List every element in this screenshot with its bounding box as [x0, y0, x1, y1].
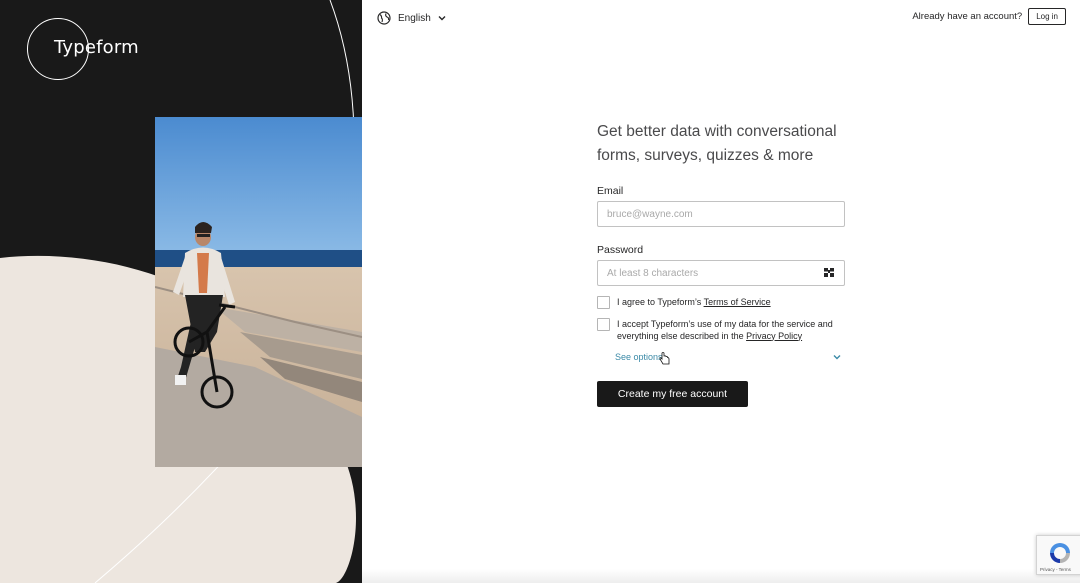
terms-checkbox[interactable]: [597, 296, 610, 309]
email-field[interactable]: [597, 201, 845, 227]
account-prompt-area: Already have an account? Log in: [912, 8, 1066, 25]
email-label: Email: [597, 185, 624, 197]
show-password-icon[interactable]: [824, 268, 834, 277]
privacy-text-wrap: I accept Typeform’s use of my data for t…: [617, 319, 845, 342]
create-account-button[interactable]: Create my free account: [597, 381, 748, 407]
terms-text: I agree to Typeform’s: [617, 297, 704, 307]
login-button[interactable]: Log in: [1028, 8, 1066, 25]
password-label: Password: [597, 244, 644, 256]
hero-panel: [0, 0, 362, 583]
language-label: English: [398, 12, 431, 24]
terms-link[interactable]: Terms of Service: [704, 297, 771, 307]
terms-consent-row: I agree to Typeform’s Terms of Service: [597, 296, 845, 309]
hand-cursor-icon: [659, 352, 670, 365]
account-prompt-text: Already have an account?: [912, 11, 1023, 22]
language-selector[interactable]: English: [377, 9, 446, 27]
recaptcha-badge[interactable]: Privacy - Terms: [1036, 535, 1080, 575]
see-options-toggle[interactable]: See options: [615, 352, 841, 362]
password-field-wrap: [597, 260, 845, 286]
privacy-link[interactable]: Privacy Policy: [746, 331, 802, 341]
privacy-consent-row: I accept Typeform’s use of my data for t…: [597, 318, 845, 342]
recaptcha-icon: [1050, 543, 1070, 563]
bottom-shadow: [362, 569, 1080, 583]
terms-text-wrap: I agree to Typeform’s Terms of Service: [617, 297, 771, 309]
globe-icon: [377, 11, 391, 25]
see-options-label: See options: [615, 352, 663, 362]
hero-photo: [155, 117, 362, 467]
chevron-down-icon: [438, 16, 446, 21]
privacy-checkbox[interactable]: [597, 318, 610, 331]
chevron-down-icon: [833, 355, 841, 360]
recaptcha-links[interactable]: Privacy - Terms: [1040, 567, 1071, 572]
brand-logo[interactable]: Typeform: [54, 37, 139, 58]
page-title: Get better data with conversational form…: [597, 123, 837, 164]
signup-form: Get better data with conversational form…: [597, 120, 845, 407]
password-field[interactable]: [597, 260, 845, 286]
